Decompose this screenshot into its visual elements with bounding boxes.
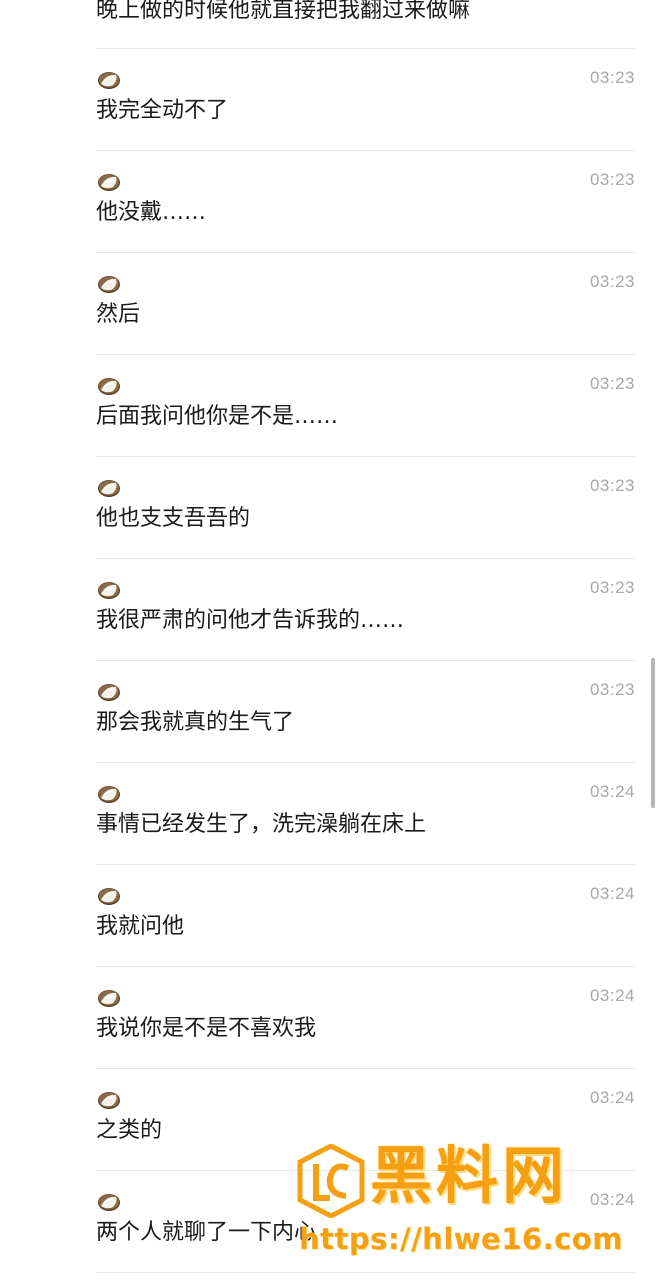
message-time: 03:23 [589,272,635,291]
scrollbar[interactable] [651,658,655,808]
message-time: 03:23 [589,374,635,393]
message-text: 那会我就真的生气了 [96,710,295,735]
message-text: 我就问他 [96,914,185,939]
coconut-icon[interactable] [97,886,121,906]
message-list: 晚上做的时候他就直接把我翻过来做嘛 03:23 我完全动不了 03:23 他没戴…… 0… [96,0,636,1273]
message-time: 03:24 [589,1190,635,1209]
message-time: 03:23 [589,680,635,699]
message-time: 03:23 [589,476,635,495]
message-items: 03:23 我完全动不了 03:23 他没戴…… 03:23 然后 03:23 后面我问他你是… [96,49,636,1273]
message-time: 03:24 [589,986,635,1005]
message-item[interactable]: 03:23 那会我就真的生气了 [96,661,636,763]
message-text: 两个人就聊了一下内心 [96,1220,317,1245]
message-text: 我完全动不了 [96,98,229,123]
message-text: 他也支支吾吾的 [96,506,251,531]
coconut-icon[interactable] [97,988,121,1008]
coconut-icon[interactable] [97,1090,121,1110]
message-item[interactable]: 03:24 事情已经发生了，洗完澡躺在床上 [96,763,636,865]
message-item[interactable]: 03:23 我很严肃的问他才告诉我的…… [96,559,636,661]
message-text: 之类的 [96,1118,163,1143]
message-item[interactable]: 03:24 我说你是不是不喜欢我 [96,967,636,1069]
message-text: 晚上做的时候他就直接把我翻过来做嘛 [96,0,471,23]
message-item[interactable]: 03:24 之类的 [96,1069,636,1171]
coconut-icon[interactable] [97,784,121,804]
message-time: 03:23 [589,578,635,597]
message-item[interactable]: 03:23 然后 [96,253,636,355]
message-item[interactable]: 03:23 他没戴…… [96,151,636,253]
coconut-icon[interactable] [97,70,121,90]
message-item[interactable]: 03:23 我完全动不了 [96,49,636,151]
coconut-icon[interactable] [97,580,121,600]
message-item[interactable]: 03:24 我就问他 [96,865,636,967]
message-time: 03:23 [589,170,635,189]
message-text: 我说你是不是不喜欢我 [96,1016,317,1041]
message-item[interactable]: 03:23 后面我问他你是不是…… [96,355,636,457]
coconut-icon[interactable] [97,1192,121,1212]
message-time: 03:24 [589,782,635,801]
message-item[interactable]: 晚上做的时候他就直接把我翻过来做嘛 [96,0,636,49]
message-item[interactable]: 03:24 两个人就聊了一下内心 [96,1171,636,1273]
message-text: 他没戴…… [96,200,207,225]
coconut-icon[interactable] [97,172,121,192]
coconut-icon[interactable] [97,478,121,498]
coconut-icon[interactable] [97,274,121,294]
message-time: 03:24 [589,884,635,903]
message-text: 然后 [96,302,141,327]
message-text: 我很严肃的问他才告诉我的…… [96,608,405,633]
message-time: 03:23 [589,68,635,87]
message-item[interactable]: 03:23 他也支支吾吾的 [96,457,636,559]
message-text: 后面我问他你是不是…… [96,404,339,429]
coconut-icon[interactable] [97,682,121,702]
message-time: 03:24 [589,1088,635,1107]
message-text: 事情已经发生了，洗完澡躺在床上 [96,812,427,837]
coconut-icon[interactable] [97,376,121,396]
